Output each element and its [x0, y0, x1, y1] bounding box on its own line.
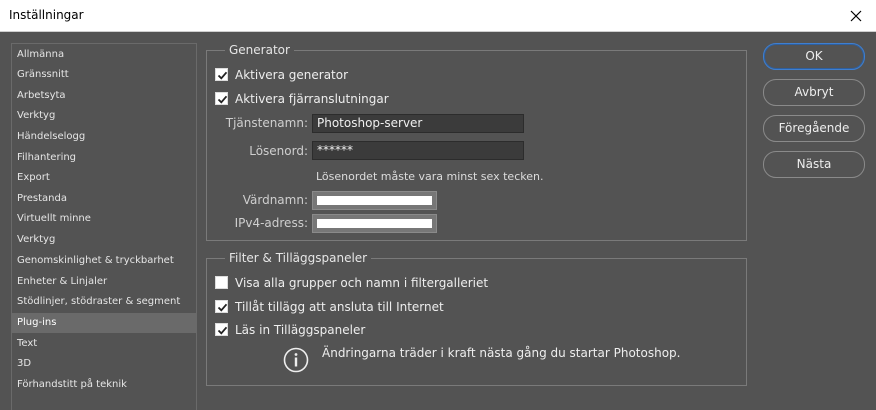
allow-extensions-checkbox[interactable]: [215, 300, 228, 313]
sidebar-item-plugins[interactable]: Plug-ins: [12, 313, 196, 333]
close-icon: [850, 10, 862, 22]
generator-legend: Generator: [225, 43, 294, 57]
sidebar-item-general[interactable]: Allmänna: [12, 45, 196, 65]
sidebar-item-tools-2[interactable]: Verktyg: [12, 230, 196, 250]
hostname-field[interactable]: [312, 191, 437, 210]
ipv4-field[interactable]: [312, 214, 437, 233]
sidebar-item-guides-grid-slices[interactable]: Stödlinjer, stödraster & segment: [12, 292, 196, 312]
password-input[interactable]: ******: [312, 141, 524, 160]
sidebar-item-tools[interactable]: Verktyg: [12, 106, 196, 126]
window-title: Inställningar: [9, 8, 84, 22]
sidebar-item-performance[interactable]: Prestanda: [12, 189, 196, 209]
checkmark-icon: [217, 303, 228, 312]
sidebar-item-workspace[interactable]: Arbetsyta: [12, 86, 196, 106]
hostname-label: Värdnamn:: [242, 193, 308, 207]
restart-info-text: Ändringarna träder i kraft nästa gång du…: [322, 346, 681, 360]
sidebar-item-technology-previews[interactable]: Förhandstitt på teknik: [12, 375, 196, 395]
service-name-input[interactable]: Photoshop-server: [312, 114, 524, 133]
sidebar-item-scratch-disks[interactable]: Virtuellt minne: [12, 209, 196, 229]
sidebar-item-history-log[interactable]: Händelselogg: [12, 127, 196, 147]
service-name-label: Tjänstenamn:: [225, 116, 308, 130]
sidebar-item-3d[interactable]: 3D: [12, 354, 196, 374]
checkmark-icon: [217, 326, 228, 335]
ok-button[interactable]: OK: [763, 43, 865, 70]
allow-extensions-label[interactable]: Tillåt tillägg att ansluta till Internet: [235, 298, 444, 316]
sidebar-item-units-rulers[interactable]: Enheter & Linjaler: [12, 272, 196, 292]
ipv4-input[interactable]: [317, 219, 432, 228]
password-label: Lösenord:: [249, 144, 308, 158]
info-icon: [283, 347, 309, 373]
enable-generator-checkbox[interactable]: [215, 68, 228, 81]
filters-legend: Filter & Tilläggspaneler: [225, 251, 372, 265]
title-bar: Inställningar: [0, 0, 876, 32]
show-all-groups-label[interactable]: Visa alla grupper och namn i filtergalle…: [235, 274, 488, 292]
cancel-button[interactable]: Avbryt: [763, 79, 865, 106]
ipv4-label: IPv4-adress:: [234, 216, 308, 230]
next-button[interactable]: Nästa: [763, 151, 865, 178]
sidebar-item-transparency-gamut[interactable]: Genomskinlighet & tryckbarhet: [12, 251, 196, 271]
sidebar-item-export[interactable]: Export: [12, 168, 196, 188]
enable-generator-label[interactable]: Aktivera generator: [235, 66, 348, 84]
sidebar-item-file-handling[interactable]: Filhantering: [12, 148, 196, 168]
checkmark-icon: [217, 95, 228, 104]
enable-remote-label[interactable]: Aktivera fjärranslutningar: [235, 90, 389, 108]
close-button[interactable]: [836, 0, 876, 32]
load-panels-checkbox[interactable]: [215, 323, 228, 336]
show-all-groups-checkbox[interactable]: [215, 276, 228, 289]
sidebar-item-interface[interactable]: Gränssnitt: [12, 65, 196, 85]
enable-remote-checkbox[interactable]: [215, 92, 228, 105]
sidebar-item-type[interactable]: Text: [12, 334, 196, 354]
password-hint: Lösenordet måste vara minst sex tecken.: [316, 170, 544, 183]
checkmark-icon: [217, 71, 228, 80]
hostname-input[interactable]: [317, 196, 432, 205]
load-panels-label[interactable]: Läs in Tilläggspaneler: [235, 321, 365, 339]
preferences-sidebar: Allmänna Gränssnitt Arbetsyta Verktyg Hä…: [11, 43, 197, 410]
previous-button[interactable]: Föregående: [763, 115, 865, 142]
